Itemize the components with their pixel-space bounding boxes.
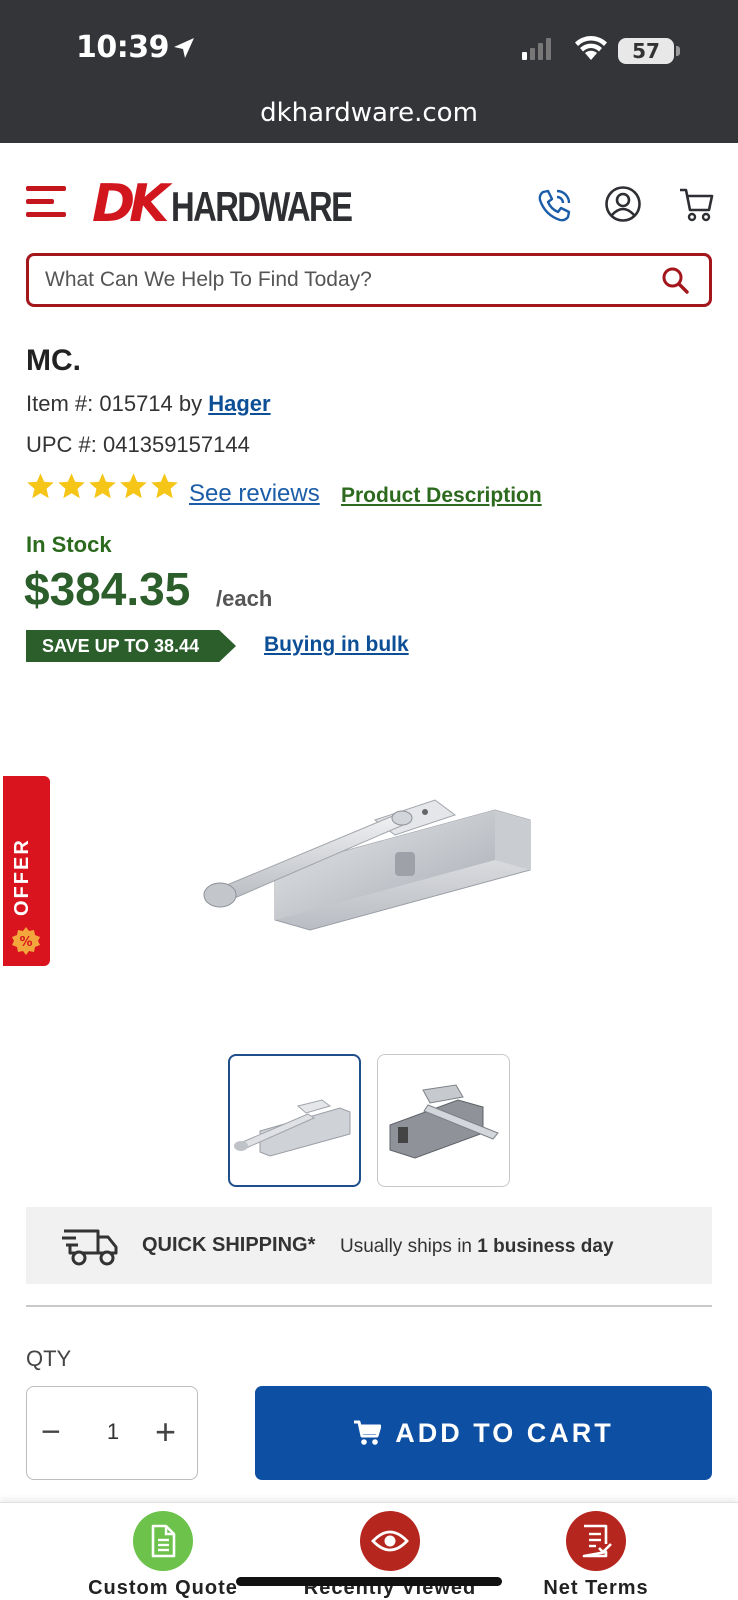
product-image[interactable]: [195, 760, 535, 940]
item-number: Item #: 015714 by: [26, 391, 203, 416]
product-title: MC.: [26, 344, 81, 377]
offer-tab[interactable]: OFFER %: [3, 776, 50, 966]
discount-badge-icon: %: [12, 927, 40, 955]
bottom-nav-recently-viewed[interactable]: Recently Viewed: [300, 1511, 480, 1600]
bulk-buying-link[interactable]: Buying in bulk: [264, 633, 409, 657]
shipping-desc-bold: 1 business day: [477, 1236, 614, 1257]
status-time: 10:39: [76, 30, 170, 65]
shipping-desc-prefix: Usually ships in: [340, 1236, 472, 1257]
upc-number: UPC #: 041359157144: [26, 432, 250, 457]
offer-label: OFFER: [11, 838, 33, 916]
cellular-signal-icon: [522, 38, 551, 60]
document-icon: [133, 1511, 193, 1571]
star-icon: [89, 473, 116, 499]
see-reviews-link[interactable]: See reviews: [189, 480, 320, 508]
qty-label: QTY: [26, 1346, 72, 1371]
bottom-nav-label: Net Terms: [543, 1577, 649, 1599]
quick-shipping-label: QUICK SHIPPING*: [142, 1234, 316, 1256]
phone-icon[interactable]: [534, 186, 574, 226]
shipping-info: QUICK SHIPPING* Usually ships in 1 busin…: [26, 1207, 712, 1284]
thumbnail-2-image: [389, 1084, 499, 1159]
price-unit: /each: [216, 586, 273, 611]
brand-link[interactable]: Hager: [208, 391, 270, 416]
account-icon[interactable]: [604, 185, 642, 223]
divider: [26, 1305, 712, 1307]
rating-stars: [26, 472, 179, 500]
hamburger-menu-icon[interactable]: [26, 186, 66, 222]
search-input[interactable]: [45, 265, 645, 295]
product-price: $384.35: [24, 563, 191, 615]
truck-icon: [62, 1229, 118, 1266]
star-icon: [27, 473, 54, 499]
logo-hardware: HARDWARE: [171, 183, 353, 230]
add-to-cart-label: ADD TO CART: [395, 1417, 614, 1448]
star-icon: [58, 473, 85, 499]
shipping-description: Usually ships in 1 business day: [340, 1236, 614, 1258]
invoice-check-icon: [566, 1511, 626, 1571]
cart-icon: [354, 1420, 382, 1445]
search-bar[interactable]: [26, 253, 712, 307]
star-icon: [151, 473, 178, 499]
browser-url[interactable]: dkhardware.com: [0, 98, 738, 128]
home-indicator[interactable]: [236, 1577, 502, 1586]
star-icon: [120, 473, 147, 499]
bottom-nav-label: Custom Quote: [88, 1577, 238, 1599]
thumbnail-2[interactable]: [377, 1054, 510, 1187]
product-description-link[interactable]: Product Description: [341, 484, 542, 508]
logo-dk: DK: [92, 174, 170, 234]
thumbnail-1-image: [234, 1099, 351, 1157]
search-icon[interactable]: [661, 266, 689, 294]
bottom-nav-net-terms[interactable]: Net Terms: [506, 1511, 686, 1600]
site-logo[interactable]: DK HARDWARE: [92, 174, 403, 234]
bottom-nav-custom-quote[interactable]: Custom Quote: [73, 1511, 253, 1600]
save-badge: SAVE UP TO 38.44: [26, 630, 236, 662]
qty-increase-button[interactable]: +: [155, 1414, 176, 1450]
thumbnail-1[interactable]: [228, 1054, 361, 1187]
location-arrow-icon: [174, 38, 194, 58]
battery-tip: [676, 46, 680, 56]
add-to-cart-button[interactable]: ADD TO CART: [255, 1386, 712, 1480]
cart-icon[interactable]: [678, 186, 714, 224]
quantity-stepper[interactable]: − 1 +: [26, 1386, 198, 1480]
stock-status: In Stock: [26, 532, 112, 557]
item-number-line: Item #: 015714 by Hager: [26, 391, 271, 417]
wifi-icon: [575, 36, 607, 60]
eye-icon: [360, 1511, 420, 1571]
status-bar: 10:39 57 dkhardware.com: [0, 0, 738, 143]
battery-indicator: 57: [618, 38, 674, 64]
svg-text:%: %: [19, 935, 32, 950]
